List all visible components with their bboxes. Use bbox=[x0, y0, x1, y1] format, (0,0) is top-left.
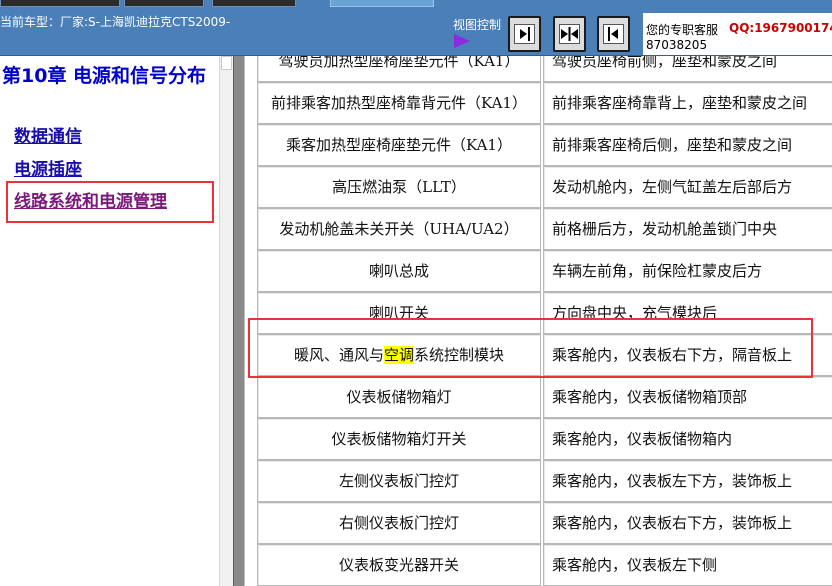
left-nav-panel: 第10章 电源和信号分布 数据通信 电源插座 线路系统和电源管理 bbox=[0, 56, 233, 586]
component-location-cell: 乘客舱内，仪表板左下侧 bbox=[543, 544, 832, 586]
component-location-cell: 车辆左前角，前保险杠蒙皮后方 bbox=[543, 250, 832, 292]
split-left-icon bbox=[603, 24, 624, 44]
pane-splitter[interactable] bbox=[233, 56, 245, 586]
component-location-cell: 乘客舱内，仪表板左下方，装饰板上 bbox=[543, 460, 832, 502]
view-control-label: 视图控制 bbox=[453, 18, 502, 32]
top-bar: 当前车型：厂家:S-上海凯迪拉克CTS2009- 视图控制 您的专职客服 QQ:… bbox=[0, 0, 832, 56]
component-name-cell: 乘客加热型座椅座垫元件（KA1） bbox=[257, 124, 541, 166]
component-name-cell: 右侧仪表板门控灯 bbox=[257, 502, 541, 544]
component-name-cell: 前排乘客加热型座椅靠背元件（KA1） bbox=[257, 82, 541, 124]
service-number: 87038205 bbox=[646, 38, 708, 52]
component-name-cell: 左侧仪表板门控灯 bbox=[257, 460, 541, 502]
row-highlight-box bbox=[248, 318, 813, 378]
view-left-pane-button[interactable] bbox=[508, 16, 541, 52]
split-right-icon bbox=[514, 24, 535, 44]
nav-link-power-outlet[interactable]: 电源插座 bbox=[14, 155, 82, 180]
component-name-cell: 高压燃油泵（LLT） bbox=[257, 166, 541, 208]
split-both-icon bbox=[559, 24, 580, 44]
component-location-cell: 乘客舱内，仪表板储物箱内 bbox=[543, 418, 832, 460]
customer-service-box: 您的专职客服 QQ:1967900174 87038205 bbox=[643, 13, 832, 55]
nav-highlight-box bbox=[6, 181, 214, 223]
service-qq-link[interactable]: QQ:1967900174 bbox=[729, 21, 832, 35]
top-tab-3[interactable] bbox=[212, 0, 296, 7]
top-tab-active[interactable] bbox=[330, 0, 434, 7]
component-location-cell: 发动机舱内，左侧气缸盖左后部后方 bbox=[543, 166, 832, 208]
component-location-cell: 前排乘客座椅靠背上，座垫和蒙皮之间 bbox=[543, 82, 832, 124]
component-name-cell: 仪表板储物箱灯开关 bbox=[257, 418, 541, 460]
view-both-panes-button[interactable] bbox=[553, 16, 586, 52]
component-name-cell: 仪表板储物箱灯 bbox=[257, 376, 541, 418]
left-scrollbar[interactable] bbox=[219, 56, 233, 586]
component-location-cell: 前格栅后方，发动机舱盖锁门中央 bbox=[543, 208, 832, 250]
component-location-cell: 乘客舱内，仪表板储物箱顶部 bbox=[543, 376, 832, 418]
component-name-cell: 仪表板变光器开关 bbox=[257, 544, 541, 586]
chapter-title: 第10章 电源和信号分布 bbox=[2, 65, 207, 87]
service-label: 您的专职客服 bbox=[646, 23, 719, 37]
component-name-cell: 发动机舱盖未关开关（UHA/UA2） bbox=[257, 208, 541, 250]
component-location-cell: 前排乘客座椅后侧，座垫和蒙皮之间 bbox=[543, 124, 832, 166]
left-scrollbar-up-arrow[interactable] bbox=[221, 56, 232, 70]
nav-link-data-communication[interactable]: 数据通信 bbox=[14, 122, 82, 147]
view-arrow-icon bbox=[454, 34, 470, 48]
component-name-cell: 喇叭总成 bbox=[257, 250, 541, 292]
top-tab-2[interactable] bbox=[124, 0, 204, 7]
vehicle-label: 当前车型：厂家:S-上海凯迪拉克CTS2009- bbox=[0, 15, 231, 29]
component-location-cell: 驾驶员座椅前侧，座垫和蒙皮之间 bbox=[543, 56, 832, 82]
component-location-cell: 乘客舱内，仪表板右下方，装饰板上 bbox=[543, 502, 832, 544]
view-right-pane-button[interactable] bbox=[597, 16, 630, 52]
component-name-cell: 驾驶员加热型座椅座垫元件（KA1） bbox=[257, 56, 541, 82]
top-tab-1[interactable] bbox=[0, 0, 120, 7]
